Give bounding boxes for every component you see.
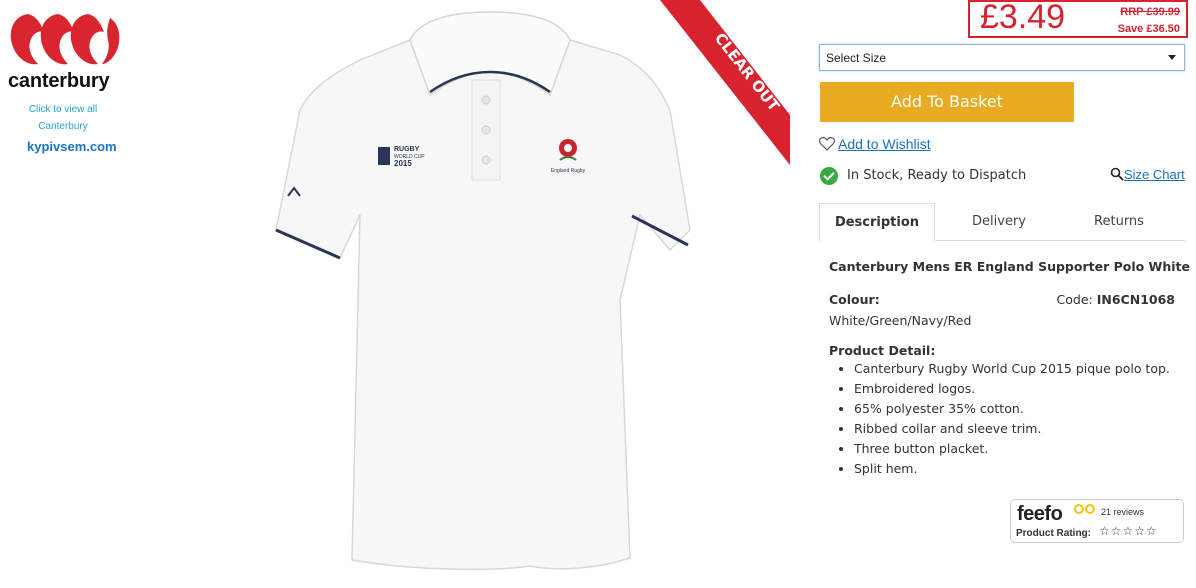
feefo-eyes-icon (1074, 504, 1095, 514)
review-count: 21 reviews (1101, 507, 1145, 517)
product-image[interactable]: RUGBY WORLD CUP 2015 England Rugby CYBER… (260, 0, 790, 588)
heart-icon[interactable] (819, 136, 835, 152)
saving-amount: Save £36.50 (1117, 23, 1180, 35)
list-item: Ribbed collar and sleeve trim. (854, 419, 1170, 439)
code-value: IN6CN1068 (1096, 292, 1175, 307)
list-item: 65% polyester 35% cotton. (854, 399, 1170, 419)
current-price: £3.49 (980, 0, 1066, 36)
colour-label: Colour: (829, 292, 880, 307)
search-icon[interactable] (1110, 167, 1124, 181)
add-to-basket-button[interactable]: Add To Basket (820, 82, 1074, 122)
brand-note-line2[interactable]: Canterbury (20, 121, 106, 132)
svg-text:RUGBY: RUGBY (394, 146, 420, 153)
svg-text:2015: 2015 (394, 159, 412, 168)
chevron-down-icon (1168, 55, 1176, 60)
feefo-rating-badge[interactable]: feefo 21 reviews Product Rating: ☆☆☆☆☆ (1010, 499, 1184, 543)
code-label: Code: (1056, 292, 1093, 307)
rrp-price: RRP £39.99 (1120, 6, 1180, 18)
size-select-value: Select Size (826, 51, 887, 65)
list-item: Three button placket. (854, 439, 1170, 459)
tab-delivery[interactable]: Delivery (939, 203, 1059, 241)
brand-note-line1[interactable]: Click to view all (20, 104, 106, 115)
detail-label: Product Detail: (829, 343, 936, 358)
add-to-wishlist-link[interactable]: Add to Wishlist (838, 136, 931, 152)
tab-description[interactable]: Description (819, 203, 935, 242)
detail-list: Canterbury Rugby World Cup 2015 pique po… (829, 359, 1170, 479)
check-circle-icon (820, 167, 838, 185)
product-title: Canterbury Mens ER England Supporter Pol… (829, 259, 1190, 274)
stock-text: In Stock, Ready to Dispatch (847, 168, 1027, 183)
site-link[interactable]: kypivsem.com (27, 139, 117, 154)
cyber-clear-out-banner: CYBER CLEAR OUT (660, 0, 790, 165)
brand-name: canterbury (8, 70, 110, 92)
size-chart-link[interactable]: Size Chart (1124, 167, 1185, 182)
svg-text:England Rugby: England Rugby (551, 168, 586, 174)
list-item: Split hem. (854, 459, 1170, 479)
canterbury-logo[interactable] (8, 10, 122, 72)
star-rating: ☆☆☆☆☆ (1099, 524, 1158, 538)
feefo-logo: feefo (1017, 503, 1063, 525)
info-tabs: Description Delivery Returns (819, 203, 1185, 242)
colour-value: White/Green/Navy/Red (829, 313, 972, 328)
product-rating-label: Product Rating: (1016, 528, 1091, 539)
tab-returns[interactable]: Returns (1059, 203, 1179, 241)
list-item: Canterbury Rugby World Cup 2015 pique po… (854, 359, 1170, 379)
list-item: Embroidered logos. (854, 379, 1170, 399)
product-code: Code: IN6CN1068 (1057, 292, 1175, 307)
size-select[interactable]: Select Size (819, 44, 1185, 71)
price-box: £3.49 RRP £39.99 Save £36.50 (968, 0, 1188, 38)
